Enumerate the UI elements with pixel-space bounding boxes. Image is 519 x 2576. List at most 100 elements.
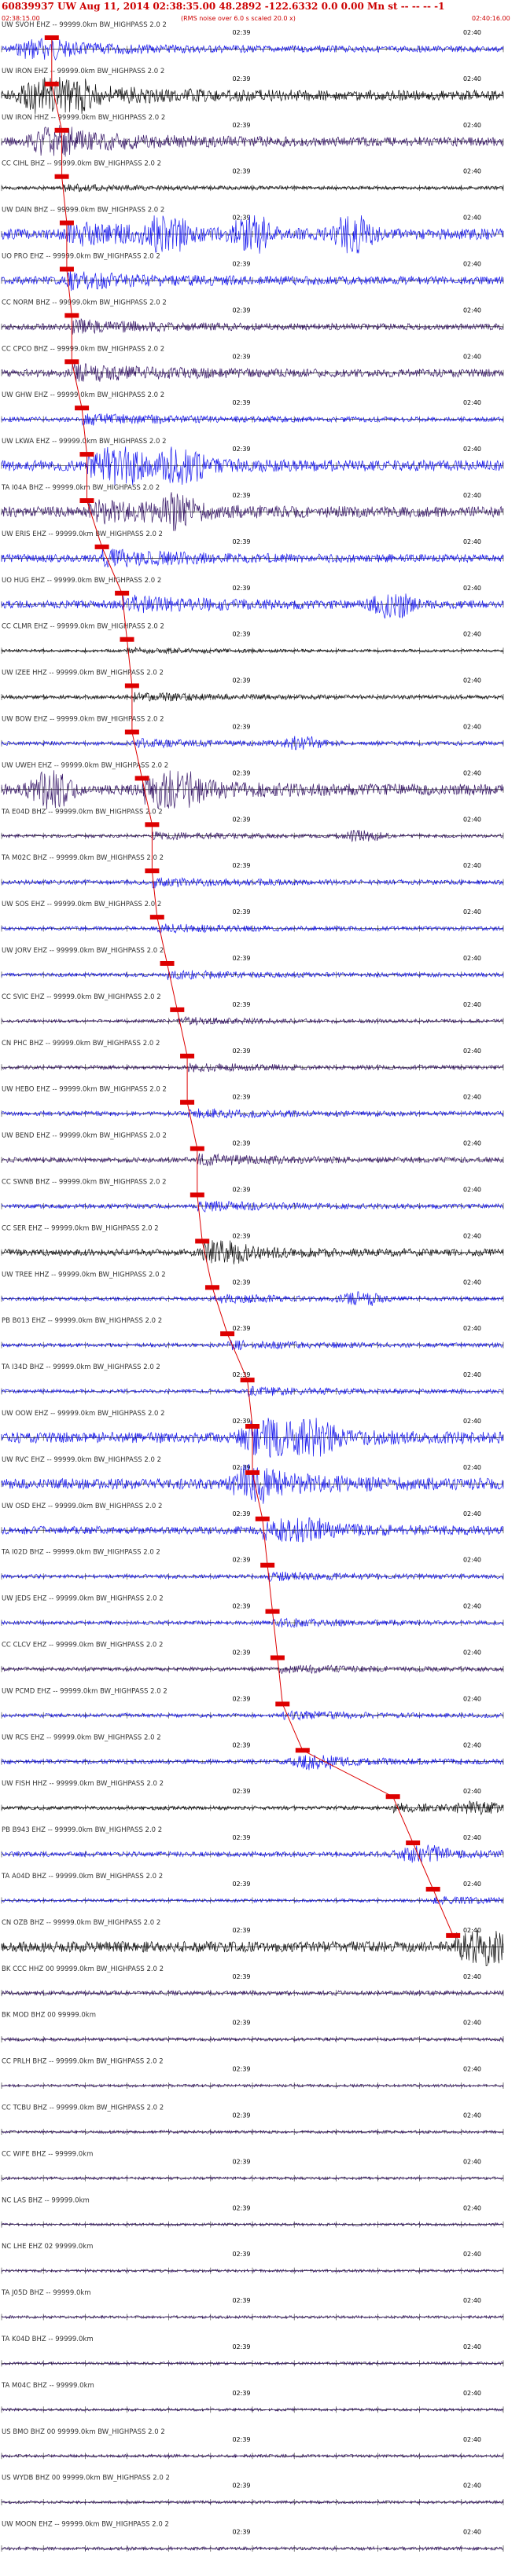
time-tick-label: 02:40 bbox=[463, 1788, 481, 1795]
time-tick-label: 02:40 bbox=[463, 261, 481, 268]
time-tick-label: 02:39 bbox=[232, 816, 250, 823]
time-tick-label: 02:40 bbox=[463, 306, 481, 314]
trace-row: 02:39 02:40 UW IRON EHZ -- 99999.0km BW_HI… bbox=[1, 68, 504, 114]
time-tick-label: 02:39 bbox=[232, 677, 250, 684]
trace-row: 02:39 02:40 UW BEND EHZ -- 99999.0km BW_HI… bbox=[1, 1132, 504, 1166]
time-tick-label: 02:39 bbox=[232, 1603, 250, 1610]
station-label: UW SOS EHZ -- 99999.0km BW_HIGHPASS 2.0 … bbox=[2, 901, 161, 908]
station-label: UW BEND EHZ -- 99999.0km BW_HIGHPASS 2.0… bbox=[2, 1132, 167, 1140]
trace-row: 02:39 02:40 UW LKWA EHZ -- 99999.0km BW_HI… bbox=[1, 438, 504, 486]
time-tick-label: 02:39 bbox=[232, 724, 250, 731]
time-tick-label: 02:39 bbox=[232, 955, 250, 962]
time-tick-label: 02:40 bbox=[463, 1973, 481, 1980]
time-tick-label: 02:40 bbox=[463, 2343, 481, 2350]
time-tick-label: 02:39 bbox=[232, 306, 250, 314]
time-tick-label: 02:40 bbox=[463, 1094, 481, 1101]
time-tick-label: 02:40 bbox=[463, 955, 481, 962]
station-label: CN OZB BHZ -- 99999.0km BW_HIGHPASS 2.0 … bbox=[2, 1919, 160, 1927]
time-tick-label: 02:39 bbox=[232, 1834, 250, 1841]
time-tick-label: 02:40 bbox=[463, 75, 481, 83]
station-label: TA M02C BHZ -- 99999.0km BW_HIGHPASS 2.0… bbox=[1, 854, 164, 862]
trace-row: 02:39 02:40 NC LHE EHZ 02 99999.0km bbox=[1, 2243, 504, 2274]
time-tick-label: 02:39 bbox=[232, 1788, 250, 1795]
time-tick-label: 02:39 bbox=[232, 1279, 250, 1286]
time-tick-label: 02:40 bbox=[463, 2529, 481, 2536]
station-label: UW JEDS EHZ -- 99999.0km BW_HIGHPASS 2.0… bbox=[2, 1595, 164, 1603]
time-tick-label: 02:39 bbox=[232, 2343, 250, 2350]
time-tick-label: 02:40 bbox=[463, 816, 481, 823]
station-label: UW DAIN BHZ -- 99999.0km BW_HIGHPASS 2.0… bbox=[2, 207, 164, 215]
station-label: CC WIFE BHZ -- 99999.0km bbox=[2, 2150, 93, 2158]
trace-row: 02:39 02:40CN OZB BHZ -- 99999.0km BW_HIG… bbox=[1, 1919, 504, 1967]
time-tick-label: 02:40 bbox=[463, 1325, 481, 1332]
station-label: CC PRLH BHZ -- 99999.0km BW_HIGHPASS 2.0… bbox=[2, 2058, 164, 2066]
trace-row: 02:39 02:40 PB B013 EHZ -- 99999.0km BW_HI… bbox=[1, 1317, 504, 1351]
time-tick-label: 02:39 bbox=[232, 2204, 250, 2211]
trace-row: 02:39 02:40 TA E04D BHZ -- 99999.0km BW_HI… bbox=[1, 808, 504, 842]
time-end-label: 02:40:16.00 bbox=[472, 15, 510, 22]
trace-row: 02:39 02:40 CC SWNB BHZ -- 99999.0km BW_HI… bbox=[1, 1179, 504, 1213]
station-label: NC LHE EHZ 02 99999.0km bbox=[2, 2243, 93, 2251]
station-label: CN PHC BHZ -- 99999.0km BW_HIGHPASS 2.0 … bbox=[2, 1040, 160, 1048]
station-label: NC LAS BHZ -- 99999.0km bbox=[2, 2196, 90, 2204]
station-label: TA I04A BHZ -- 99999.0km BW_HIGHPASS 2.0… bbox=[1, 484, 160, 492]
trace-row: 02:39 02:40 BK MOD BHZ 00 99999.0km bbox=[1, 2012, 504, 2043]
trace-row: 02:39 02:40 UW SOS EHZ -- 99999.0km BW_HIG… bbox=[1, 901, 504, 934]
time-tick-label: 02:39 bbox=[232, 862, 250, 869]
trace-row: 02:39 02:40 UW HEBO EHZ -- 99999.0km BW_HI… bbox=[1, 1086, 504, 1119]
time-tick-label: 02:39 bbox=[232, 2482, 250, 2490]
time-tick-label: 02:40 bbox=[463, 862, 481, 869]
time-tick-label: 02:39 bbox=[232, 1557, 250, 1564]
time-tick-label: 02:40 bbox=[463, 538, 481, 545]
station-label: PB B013 EHZ -- 99999.0km BW_HIGHPASS 2.0… bbox=[2, 1317, 162, 1325]
station-label: CC CLCV EHZ -- 99999.0km BW_HIGHPASS 2.0… bbox=[2, 1642, 163, 1649]
time-tick-label: 02:39 bbox=[232, 1140, 250, 1147]
time-tick-label: 02:40 bbox=[463, 908, 481, 916]
time-tick-label: 02:39 bbox=[232, 2390, 250, 2397]
trace-row: 02:39 02:40 CN PHC BHZ -- 99999.0km BW_HIG… bbox=[1, 1040, 504, 1073]
trace-row: 02:39 02:40 US BMO BHZ 00 99999.0km BW_HIG… bbox=[1, 2428, 504, 2460]
trace-row: 02:39 02:40 UW MOON EHZ -- 99999.0km BW_HI… bbox=[1, 2521, 504, 2552]
trace-row: 02:39 02:40 BK CCC HHZ 00 99999.0km BW_HIG… bbox=[1, 1965, 504, 1997]
trace-row: 02:39 02:40 US WYDB BHZ 00 99999.0km BW_HI… bbox=[1, 2475, 504, 2506]
station-label: UW FISH HHZ -- 99999.0km BW_HIGHPASS 2.0… bbox=[2, 1780, 164, 1788]
time-tick-label: 02:39 bbox=[232, 399, 250, 406]
time-tick-label: 02:39 bbox=[232, 1927, 250, 1934]
time-tick-label: 02:39 bbox=[232, 1649, 250, 1657]
trace-row: 02:39 02:40 CC CLMR EHZ -- 99999.0km BW_HI… bbox=[1, 623, 504, 655]
time-tick-label: 02:39 bbox=[232, 538, 250, 545]
time-tick-label: 02:40 bbox=[463, 1464, 481, 1471]
seismogram-plot: 60839937 UW Aug 11, 2014 02:38:35.00 48.… bbox=[1, 1, 510, 2552]
time-tick-label: 02:40 bbox=[463, 1603, 481, 1610]
pick-moveout-line bbox=[51, 38, 454, 1936]
trace-row: 02:39 02:40 UW IRON HHZ -- 99999.0km BW_HI… bbox=[1, 114, 504, 157]
trace-row: 02:39 02:40 UW FISH HHZ -- 99999.0km BW_HI… bbox=[1, 1780, 504, 1815]
time-tick-label: 02:40 bbox=[463, 1510, 481, 1517]
station-label: UO PRO EHZ -- 99999.0km BW_HIGHPASS 2.0 … bbox=[2, 253, 160, 261]
station-label: CC CIHL BHZ -- 99999.0km BW_HIGHPASS 2.0… bbox=[2, 160, 161, 168]
station-label: BK MOD BHZ 00 99999.0km bbox=[2, 2012, 96, 2020]
trace-row: 02:39 02:40 TA I02D BHZ -- 99999.0km BW_HI… bbox=[1, 1549, 504, 1582]
trace-row: 02:39 02:40 UW UWEH EHZ -- 99999.0km BW_HI… bbox=[1, 761, 504, 809]
station-label: CC SVIC EHZ -- 99999.0km BW_HIGHPASS 2.0… bbox=[2, 993, 161, 1001]
time-tick-label: 02:39 bbox=[232, 2297, 250, 2304]
station-label: UW TREE HHZ -- 99999.0km BW_HIGHPASS 2.0… bbox=[2, 1271, 166, 1279]
time-tick-label: 02:39 bbox=[232, 2112, 250, 2119]
time-tick-label: 02:39 bbox=[232, 1232, 250, 1239]
time-tick-label: 02:39 bbox=[232, 1371, 250, 1378]
trace-row: 02:39 02:40 CC SER EHZ -- 99999.0km BW_HIG… bbox=[1, 1224, 504, 1264]
time-tick-label: 02:40 bbox=[463, 585, 481, 592]
time-tick-label: 02:39 bbox=[232, 769, 250, 776]
time-tick-label: 02:39 bbox=[232, 446, 250, 453]
trace-row: 02:39 02:40 CC CIHL BHZ -- 99999.0km BW_HI… bbox=[1, 160, 504, 193]
station-label: CC TCBU BHZ -- 99999.0km BW_HIGHPASS 2.0… bbox=[2, 2104, 164, 2112]
time-tick-label: 02:39 bbox=[232, 492, 250, 499]
trace-row: 02:39 02:40 UW TREE HHZ -- 99999.0km BW_HI… bbox=[1, 1271, 504, 1306]
trace-row: 02:39 02:40 UW SVOH EHZ -- 99999.0km BW_HI… bbox=[1, 21, 504, 61]
station-label: UW OOW EHZ -- 99999.0km BW_HIGHPASS 2.0 … bbox=[2, 1410, 165, 1418]
trace-row: 02:39 02:40 CC NORM BHZ -- 99999.0km BW_HI… bbox=[1, 299, 504, 335]
time-tick-label: 02:40 bbox=[463, 122, 481, 129]
station-label: UW JORV EHZ -- 99999.0km BW_HIGHPASS 2.0… bbox=[2, 947, 164, 955]
time-tick-label: 02:40 bbox=[463, 1881, 481, 1888]
station-label: UW HEBO EHZ -- 99999.0km BW_HIGHPASS 2.0… bbox=[2, 1086, 167, 1094]
